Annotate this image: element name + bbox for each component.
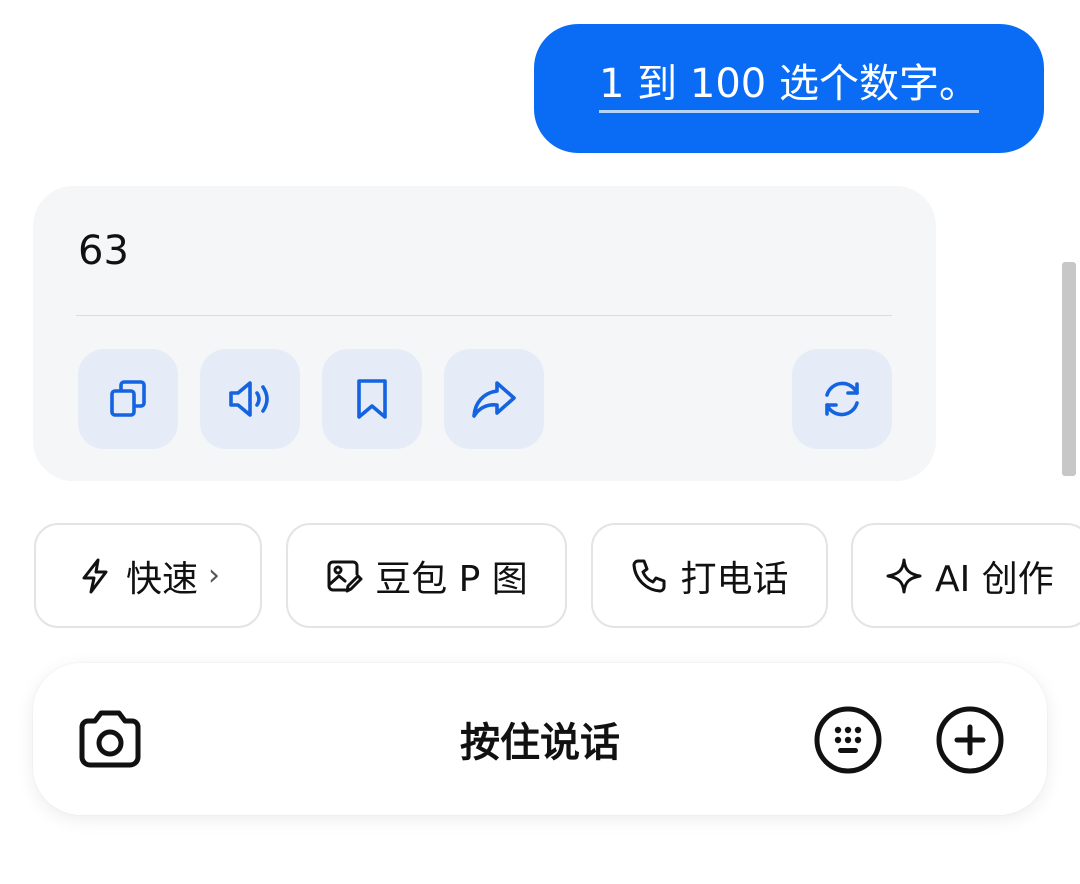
chevron-right-icon: › [208, 558, 220, 593]
divider [76, 315, 892, 316]
bookmark-icon [357, 379, 387, 419]
copy-button[interactable] [78, 349, 178, 449]
speaker-icon [229, 381, 269, 417]
read-aloud-button[interactable] [200, 349, 300, 449]
chip-call[interactable]: 打电话 [591, 523, 828, 628]
scrollbar[interactable] [1062, 262, 1076, 476]
chip-ai-create-label: AI 创作 [935, 558, 1054, 600]
user-message-bubble[interactable]: 1 到 100 选个数字。 [534, 24, 1044, 153]
chip-fast[interactable]: 快速 › [34, 523, 262, 628]
chip-photo-edit[interactable]: 豆包 P 图 [286, 523, 567, 628]
chip-call-label: 打电话 [680, 558, 789, 600]
input-bar: 按住说话 [33, 663, 1047, 815]
hold-to-talk-button[interactable]: 按住说话 [33, 710, 1047, 768]
share-button[interactable] [444, 349, 544, 449]
plus-icon[interactable] [935, 705, 1005, 775]
chip-photo-edit-label: 豆包 P 图 [375, 558, 528, 600]
keyboard-icon[interactable] [813, 705, 883, 775]
user-message-text: 1 到 100 选个数字。 [599, 64, 979, 113]
answer-text: 63 [78, 228, 129, 274]
copy-icon [110, 380, 146, 417]
image-edit-icon [327, 560, 363, 592]
bookmark-button[interactable] [322, 349, 422, 449]
phone-icon [632, 559, 666, 592]
lightning-icon [82, 558, 108, 593]
regenerate-button[interactable] [792, 349, 892, 449]
chat-screen: 1 到 100 选个数字。 63 快速 › 豆包 P 图 打电话 AI 创作 按… [0, 0, 1080, 884]
answer-card: 63 [33, 186, 936, 481]
chip-ai-create[interactable]: AI 创作 [851, 523, 1080, 628]
refresh-icon [825, 381, 859, 417]
share-icon [472, 381, 516, 418]
sparkle-icon [886, 558, 922, 593]
chip-fast-label: 快速 [125, 558, 198, 600]
